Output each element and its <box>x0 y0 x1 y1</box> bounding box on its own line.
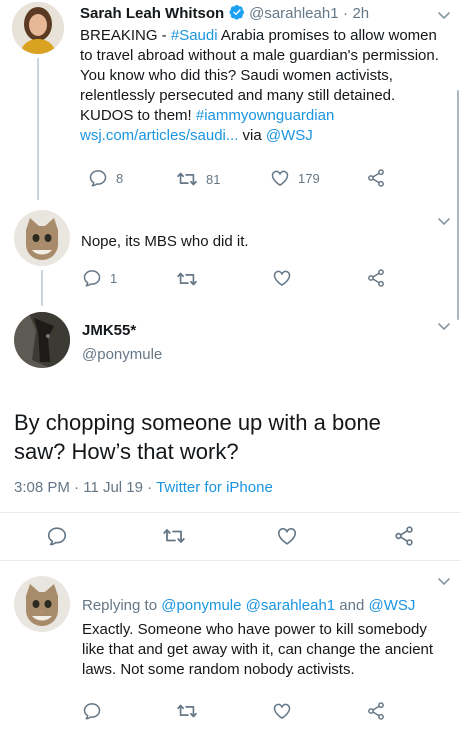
reply-button[interactable]: 1 <box>82 268 117 288</box>
mention-ponymule[interactable]: @ponymule <box>161 597 241 614</box>
separator-dot: · <box>147 479 153 496</box>
reply-button[interactable]: 8 <box>88 168 123 188</box>
reply-count: 8 <box>116 170 124 186</box>
author-handle[interactable]: @sarahleah1 <box>249 5 338 22</box>
reply-icon <box>46 525 68 547</box>
retweet-button[interactable] <box>162 524 186 548</box>
retweet-icon <box>176 700 198 722</box>
share-icon <box>366 701 386 721</box>
caret-down-icon[interactable] <box>438 578 450 586</box>
text-segment: BREAKING - <box>80 27 171 44</box>
tweet-text: BREAKING - #Saudi Arabia promises to all… <box>80 26 440 146</box>
divider <box>0 560 461 561</box>
main-tweet-text: By chopping someone up with a bone saw? … <box>14 410 381 464</box>
caret-down-icon[interactable] <box>438 12 450 20</box>
avatar-sarah[interactable] <box>12 2 64 54</box>
replying-to: Replying to @ponymule @sarahleah1 and @W… <box>82 597 415 614</box>
tweet-text: Exactly. Someone who have power to kill … <box>82 621 434 678</box>
reply-button[interactable] <box>82 701 102 721</box>
divider <box>0 512 461 513</box>
like-count: 179 <box>298 170 320 186</box>
caret-down-icon[interactable] <box>438 218 450 226</box>
hashtag-iammyownguardian[interactable]: #iammyownguardian <box>196 107 334 124</box>
retweet-button[interactable]: 81 <box>176 168 220 190</box>
hashtag-saudi[interactable]: #Saudi <box>171 27 218 44</box>
separator-dot: · <box>74 479 80 496</box>
retweet-button[interactable] <box>176 700 198 722</box>
like-icon <box>272 701 292 721</box>
share-icon <box>366 268 386 288</box>
portrait-icon <box>12 2 64 54</box>
avatar-jmk55[interactable] <box>14 312 70 368</box>
like-icon <box>270 168 290 188</box>
reply-icon <box>88 168 108 188</box>
like-button[interactable] <box>276 525 298 547</box>
text-segment: via <box>238 127 266 144</box>
share-button[interactable] <box>366 701 386 721</box>
cat-avatar-icon <box>14 576 70 632</box>
like-button[interactable]: 179 <box>270 168 320 188</box>
avatar-cat[interactable] <box>14 576 70 632</box>
separator-dot: · <box>343 5 348 22</box>
reply-icon <box>82 701 102 721</box>
share-button[interactable] <box>366 268 386 288</box>
scrollbar[interactable] <box>457 90 459 320</box>
share-icon <box>393 525 415 547</box>
tweet-text: Nope, its MBS who did it. <box>81 233 249 250</box>
mention-wsj[interactable]: @WSJ <box>266 127 313 144</box>
author-name[interactable]: JMK55* <box>82 322 136 339</box>
tweet-source[interactable]: Twitter for iPhone <box>156 479 273 496</box>
like-button[interactable] <box>272 701 292 721</box>
caret-down-icon[interactable] <box>438 323 450 331</box>
tweet-date: 11 Jul 19 <box>83 479 143 496</box>
reply-icon <box>82 268 102 288</box>
retweet-icon <box>162 524 186 548</box>
verified-badge-icon <box>229 5 244 20</box>
article-link[interactable]: wsj.com/articles/saudi... <box>80 127 238 144</box>
share-button[interactable] <box>366 168 386 188</box>
thread-line <box>41 270 43 306</box>
mention-sarahleah1[interactable]: @sarahleah1 <box>246 597 335 614</box>
like-icon <box>276 525 298 547</box>
mule-avatar-icon <box>14 312 70 368</box>
retweet-count: 81 <box>206 171 221 187</box>
avatar-cat[interactable] <box>14 210 70 266</box>
like-icon <box>272 268 292 288</box>
share-icon <box>366 168 386 188</box>
mention-wsj[interactable]: @WSJ <box>369 597 416 614</box>
replying-and: and <box>335 597 369 614</box>
thread-line <box>37 58 39 200</box>
tweet-time: 3:08 PM <box>14 479 70 496</box>
tweet-meta: 3:08 PM · 11 Jul 19 · Twitter for iPhone <box>14 479 273 496</box>
retweet-button[interactable] <box>176 268 198 290</box>
share-button[interactable] <box>393 525 415 547</box>
author-handle[interactable]: @ponymule <box>82 346 162 363</box>
timestamp[interactable]: 2h <box>352 5 369 22</box>
retweet-icon <box>176 168 198 190</box>
replying-prefix: Replying to <box>82 597 162 614</box>
retweet-icon <box>176 268 198 290</box>
author-name[interactable]: Sarah Leah Whitson <box>80 5 224 22</box>
reply-button[interactable] <box>46 525 68 547</box>
cat-avatar-icon <box>14 210 70 266</box>
like-button[interactable] <box>272 268 292 288</box>
reply-count: 1 <box>110 270 118 286</box>
